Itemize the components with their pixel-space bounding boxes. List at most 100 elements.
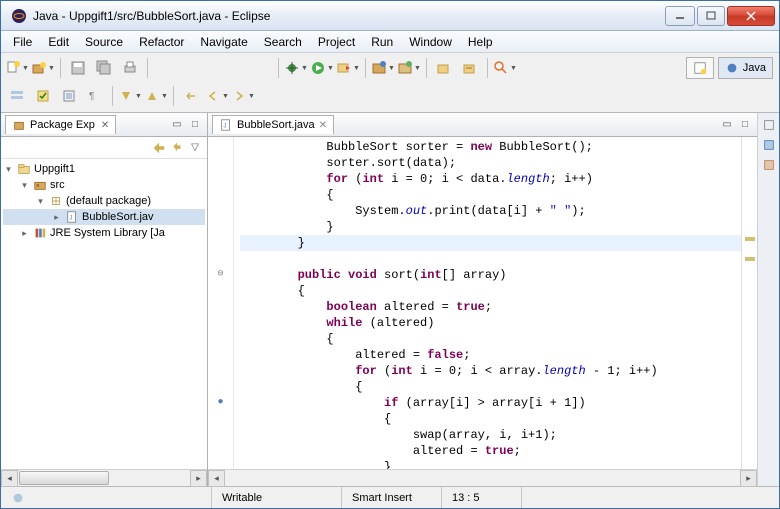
overview-mark	[745, 237, 755, 241]
editor-gutter[interactable]: ⊖●	[208, 137, 234, 469]
src-label: src	[50, 179, 65, 191]
minimize-editor-button[interactable]: ▭	[719, 117, 735, 133]
link-editor-button[interactable]	[169, 140, 185, 156]
menu-refactor[interactable]: Refactor	[131, 33, 192, 51]
menu-project[interactable]: Project	[310, 33, 363, 51]
debug-button[interactable]: ▼	[284, 57, 308, 79]
show-whitespace-button[interactable]: ¶	[83, 85, 107, 107]
collapse-icon[interactable]: ▾	[3, 164, 14, 175]
maximize-pane-button[interactable]: □	[187, 117, 203, 133]
expand-icon[interactable]: ▸	[51, 212, 62, 223]
restore-view-button[interactable]	[761, 117, 777, 133]
menu-search[interactable]: Search	[256, 33, 310, 51]
save-all-button[interactable]	[92, 57, 116, 79]
open-task-button[interactable]	[458, 57, 482, 79]
search-button[interactable]: ▼	[493, 57, 517, 79]
prev-annotation-button[interactable]: ▼	[144, 85, 168, 107]
package-explorer-pane: Package Exp ✕ ▭ □ ▽ ▾ Uppgift1 ▾ src	[1, 113, 208, 486]
toggle-mark-button[interactable]	[31, 85, 55, 107]
maximize-button[interactable]	[697, 6, 725, 26]
menu-file[interactable]: File	[5, 33, 40, 51]
window-title: Java - Uppgift1/src/BubbleSort.java - Ec…	[33, 9, 665, 23]
next-annotation-button[interactable]: ▼	[118, 85, 142, 107]
package-node[interactable]: ▾ (default package)	[3, 193, 205, 209]
status-insert: Smart Insert	[341, 487, 441, 508]
trim-view-icon[interactable]	[761, 157, 777, 173]
maximize-editor-button[interactable]: □	[737, 117, 753, 133]
toggle-breadcrumb-button[interactable]	[5, 85, 29, 107]
library-icon	[33, 226, 47, 240]
new-java-project-button[interactable]: ▼	[371, 57, 395, 79]
java-file-icon: J	[219, 118, 233, 132]
trim-view-icon[interactable]	[761, 137, 777, 153]
status-position: 13 : 5	[441, 487, 521, 508]
menubar: File Edit Source Refactor Navigate Searc…	[1, 31, 779, 53]
scroll-thumb[interactable]	[19, 471, 109, 485]
svg-text:J: J	[69, 215, 72, 222]
back-button[interactable]: ▼	[205, 85, 229, 107]
jre-node[interactable]: ▸ JRE System Library [Ja	[3, 225, 205, 241]
package-tree[interactable]: ▾ Uppgift1 ▾ src ▾ (default package) ▸ J…	[1, 159, 207, 469]
java-perspective-button[interactable]: Java	[718, 57, 773, 79]
overview-ruler[interactable]	[741, 137, 757, 469]
new-java-package-button[interactable]: ▼	[397, 57, 421, 79]
package-explorer-title: Package Exp	[30, 119, 95, 131]
package-explorer-tab[interactable]: Package Exp ✕	[5, 115, 116, 134]
menu-navigate[interactable]: Navigate	[192, 33, 255, 51]
status-writable: Writable	[211, 487, 341, 508]
scroll-left-button[interactable]: ◂	[1, 470, 18, 487]
collapse-icon[interactable]: ▾	[19, 180, 30, 191]
minimize-button[interactable]	[665, 6, 695, 26]
project-label: Uppgift1	[34, 163, 75, 175]
last-edit-button[interactable]	[179, 85, 203, 107]
run-button[interactable]: ▼	[310, 57, 334, 79]
collapse-all-button[interactable]	[151, 140, 167, 156]
scroll-left-button[interactable]: ◂	[208, 470, 225, 487]
new-package-button[interactable]: ▼	[31, 57, 55, 79]
editor-pane: J BubbleSort.java ✕ ▭ □ ⊖● BubbleSort so…	[208, 113, 757, 486]
right-trim-bar	[757, 113, 779, 486]
menu-run[interactable]: Run	[363, 33, 401, 51]
src-folder-icon	[33, 178, 47, 192]
java-file-icon: J	[65, 210, 79, 224]
scroll-right-button[interactable]: ▸	[740, 470, 757, 487]
menu-help[interactable]: Help	[460, 33, 501, 51]
new-button[interactable]: ▼	[5, 57, 29, 79]
menu-edit[interactable]: Edit	[40, 33, 77, 51]
view-menu-button[interactable]: ▽	[187, 140, 203, 156]
editor-h-scrollbar[interactable]: ◂ ▸	[208, 469, 757, 486]
project-icon	[17, 162, 31, 176]
close-button[interactable]	[727, 6, 775, 26]
forward-button[interactable]: ▼	[231, 85, 255, 107]
titlebar: Java - Uppgift1/src/BubbleSort.java - Ec…	[1, 1, 779, 31]
main-toolbar: ▼ ▼ ▼ ▼ ▼ ▼ ▼ ▼ Java ¶ ▼ ▼ ▼ ▼	[1, 53, 779, 113]
open-type-button[interactable]	[432, 57, 456, 79]
open-perspective-button[interactable]	[686, 57, 714, 79]
file-label: BubbleSort.jav	[82, 211, 154, 223]
src-node[interactable]: ▾ src	[3, 177, 205, 193]
save-button[interactable]	[66, 57, 90, 79]
print-button[interactable]	[118, 57, 142, 79]
run-last-button[interactable]: ▼	[336, 57, 360, 79]
minimize-pane-button[interactable]: ▭	[169, 117, 185, 133]
toggle-block-button[interactable]	[57, 85, 81, 107]
horizontal-scrollbar[interactable]: ◂ ▸	[1, 469, 207, 486]
close-icon[interactable]: ✕	[101, 120, 109, 131]
svg-text:¶: ¶	[89, 91, 94, 102]
jre-label: JRE System Library [Ja	[50, 227, 165, 239]
menu-window[interactable]: Window	[401, 33, 460, 51]
menu-source[interactable]: Source	[77, 33, 131, 51]
status-icon	[11, 491, 25, 505]
status-spacer	[521, 487, 779, 508]
project-node[interactable]: ▾ Uppgift1	[3, 161, 205, 177]
editor-tab[interactable]: J BubbleSort.java ✕	[212, 115, 334, 134]
file-node[interactable]: ▸ J BubbleSort.jav	[3, 209, 205, 225]
editor-tab-label: BubbleSort.java	[237, 119, 315, 131]
close-icon[interactable]: ✕	[319, 120, 327, 131]
svg-text:J: J	[223, 123, 226, 130]
editor-code-area[interactable]: BubbleSort sorter = new BubbleSort(); so…	[234, 137, 741, 469]
scroll-right-button[interactable]: ▸	[190, 470, 207, 487]
expand-icon[interactable]: ▸	[19, 228, 30, 239]
perspective-label: Java	[743, 62, 766, 74]
collapse-icon[interactable]: ▾	[35, 196, 46, 207]
